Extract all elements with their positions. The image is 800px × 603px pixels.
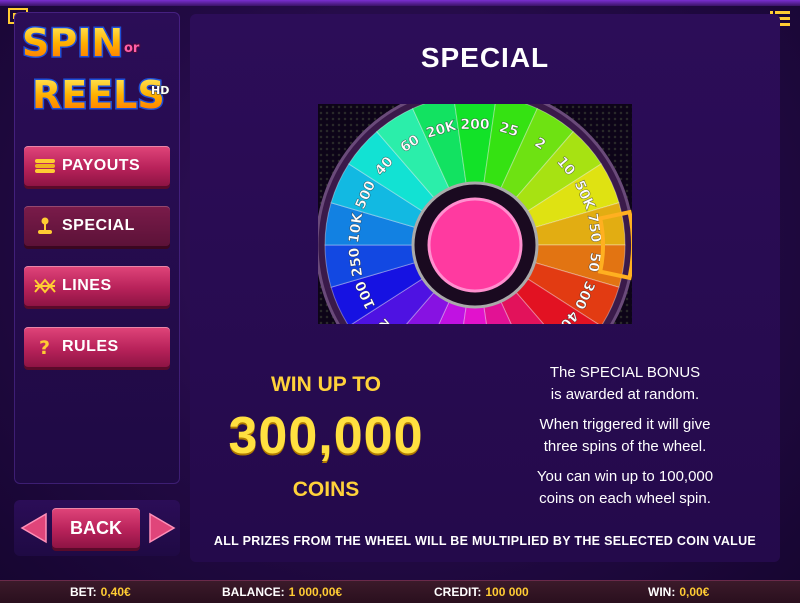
description-line: is awarded at random. [550, 386, 700, 403]
arrow-right-icon[interactable] [148, 512, 178, 544]
bet-value: 0,40€ [100, 585, 131, 599]
bet-display: BET: 0,40€ [70, 585, 131, 599]
svg-text:?: ? [39, 337, 50, 357]
top-border [0, 0, 800, 6]
description-paragraph-2: When triggered it will give three spins … [510, 414, 740, 458]
balance-value: 1 000,00€ [288, 585, 343, 599]
balance-label: BALANCE: [222, 585, 285, 599]
win-amount: 300,000 [228, 407, 424, 465]
bet-label: BET: [70, 585, 97, 599]
description-line: three spins of the wheel. [543, 438, 707, 455]
wheel-hub [427, 197, 523, 293]
win-display: WIN: 0,00€ [648, 585, 709, 599]
menu-item-special[interactable]: SPECIAL [24, 206, 170, 246]
coins-icon [34, 155, 56, 177]
description-line: You can win up to 100,000 [536, 468, 714, 485]
coins-label: COINS [292, 478, 360, 501]
logo-spin: SPIN [22, 21, 123, 65]
menu-label-rules: RULES [62, 338, 119, 355]
joystick-icon [34, 215, 56, 237]
description-line: coins on each wheel spin. [539, 490, 711, 507]
logo-hd: HD [151, 84, 169, 97]
bonus-wheel: 1025210025010K500406020K2002521050K75050… [318, 104, 632, 324]
credit-label: CREDIT: [434, 585, 482, 599]
logo-reels: REELS [32, 73, 165, 117]
page-title: SPECIAL [420, 42, 550, 73]
lines-icon [34, 275, 56, 297]
description-paragraph-3: You can win up to 100,000 coins on each … [510, 466, 740, 510]
back-button[interactable]: BACK [52, 508, 140, 548]
bonus-wheel-area: 1025210025010K500406020K2002521050K75050… [318, 104, 632, 324]
game-logo: SPIN or REELS HD [21, 20, 170, 119]
multiplier-note: ALL PRIZES FROM THE WHEEL WILL BE MULTIP… [213, 534, 757, 548]
credit-value: 100 000 [485, 585, 529, 599]
arrow-left-icon[interactable] [18, 512, 48, 544]
wheel-segment-label: 200 [460, 117, 489, 133]
menu-label-lines: LINES [62, 277, 112, 294]
description-line: When triggered it will give [539, 416, 711, 433]
win-value: 0,00€ [679, 585, 710, 599]
win-label: WIN: [648, 585, 676, 599]
menu-item-payouts[interactable]: PAYOUTS [24, 146, 170, 186]
menu-item-rules[interactable]: ? RULES [24, 327, 170, 367]
logo-or: or [124, 41, 140, 56]
menu-item-lines[interactable]: LINES [24, 266, 170, 306]
description-line: The SPECIAL BONUS [549, 364, 701, 381]
menu-label-special: SPECIAL [62, 217, 135, 234]
status-bar: BET: 0,40€ BALANCE: 1 000,00€ CREDIT: 100 0… [0, 580, 800, 603]
description-paragraph-1: The SPECIAL BONUS is awarded at random. [510, 362, 740, 406]
menu-label-payouts: PAYOUTS [62, 157, 141, 174]
question-icon: ? [34, 336, 56, 358]
credit-display: CREDIT: 100 000 [434, 585, 529, 599]
balance-display: BALANCE: 1 000,00€ [222, 585, 342, 599]
win-up-to-label: WIN UP TO [270, 373, 382, 396]
